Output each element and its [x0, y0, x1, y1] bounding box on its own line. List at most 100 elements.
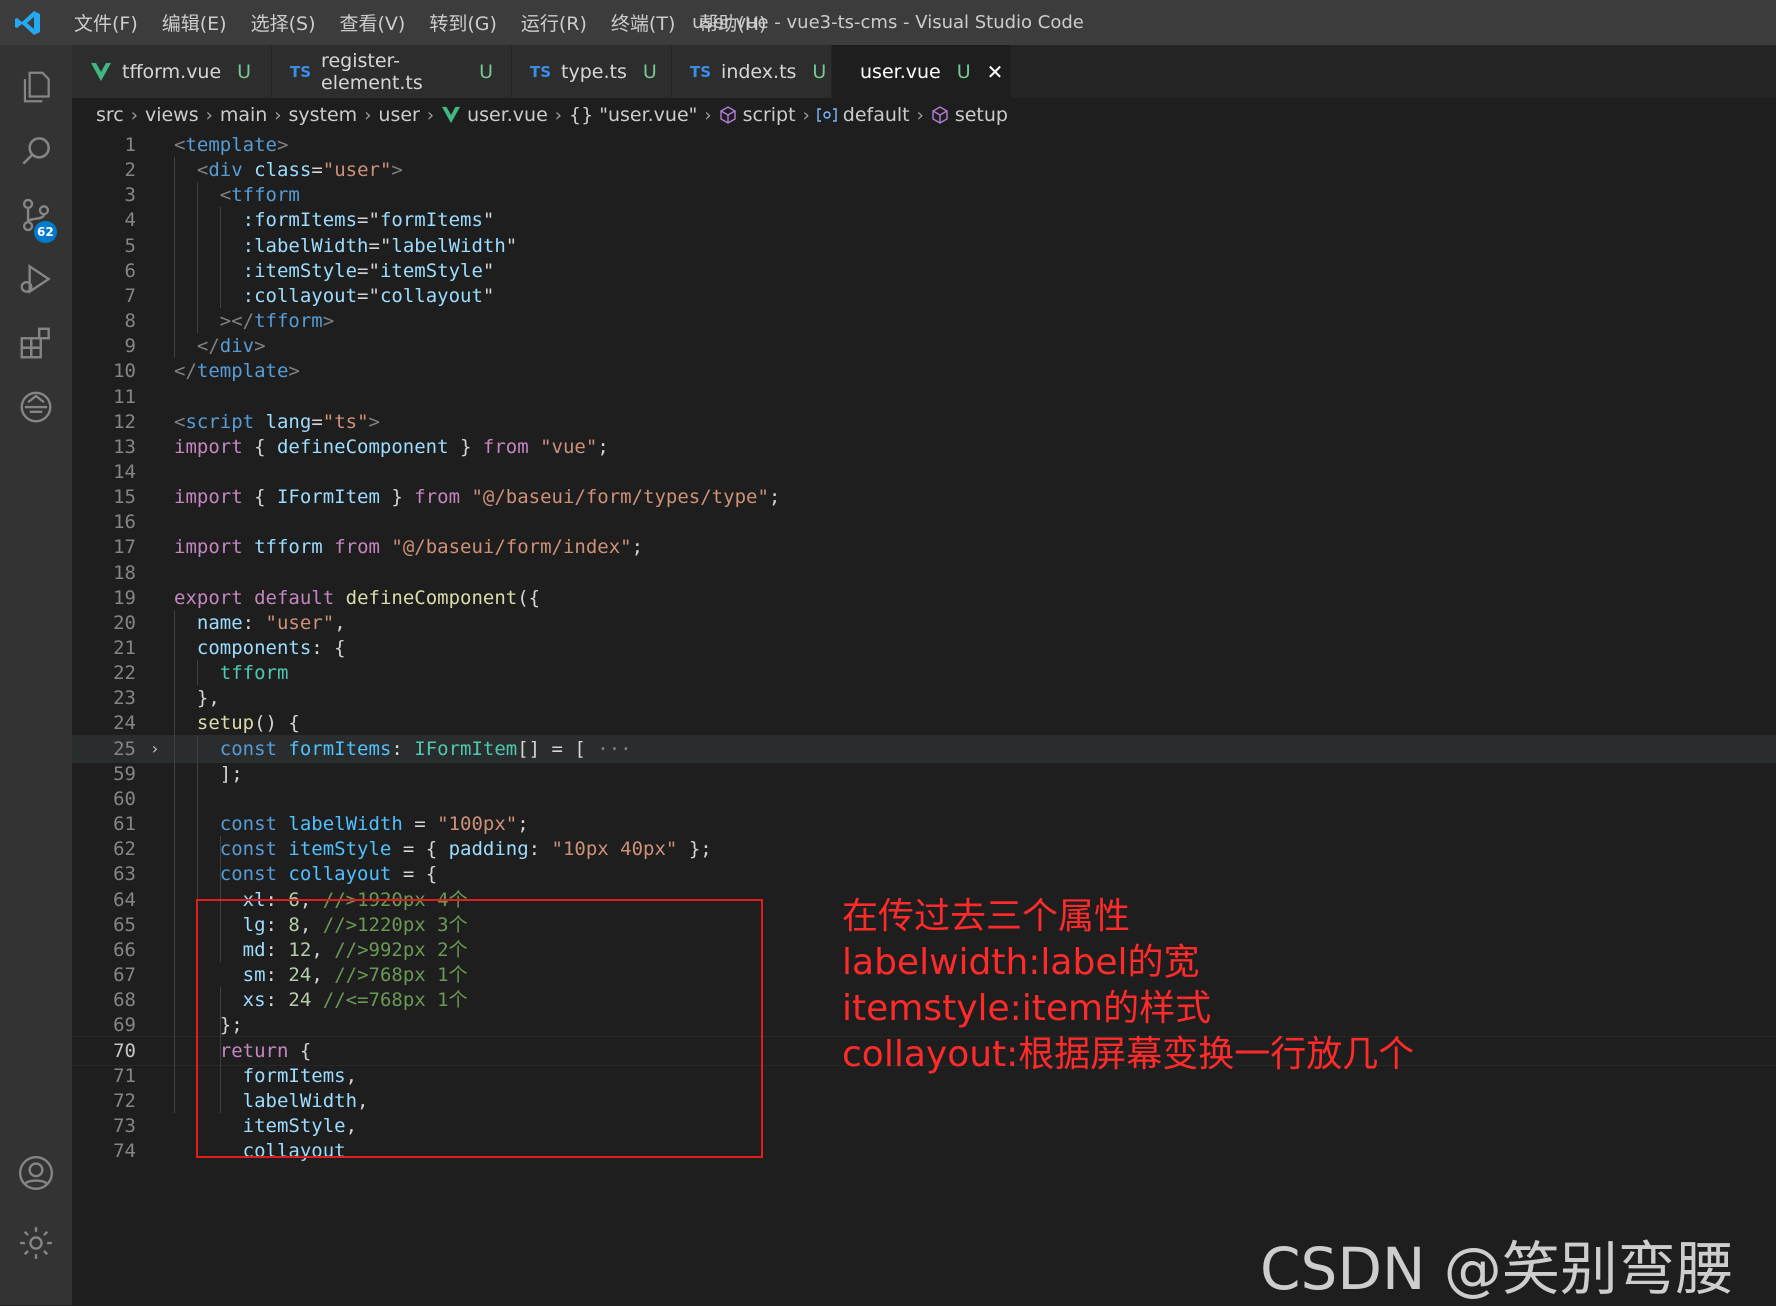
- breadcrumb-item[interactable]: user.vue: [467, 104, 548, 126]
- editor-tab[interactable]: TS index.ts U: [672, 45, 832, 98]
- code-line[interactable]: 18: [72, 559, 1776, 587]
- code-token: <: [174, 410, 186, 433]
- code-token: ;: [517, 813, 529, 836]
- code-line[interactable]: 3 <tfform: [72, 181, 1776, 209]
- breadcrumb-item[interactable]: user: [378, 104, 419, 126]
- settings-gear-icon[interactable]: [0, 1211, 72, 1275]
- code-token: :labelWidth: [242, 234, 369, 257]
- line-number: 21: [113, 637, 136, 659]
- code-token: :itemStyle: [242, 259, 358, 282]
- line-number: 65: [113, 913, 136, 936]
- code-line[interactable]: 4 :formItems="formItems": [72, 206, 1776, 234]
- code-line[interactable]: 63 const collayout = {: [72, 860, 1776, 888]
- explorer-icon[interactable]: [0, 55, 72, 119]
- breadcrumb-item[interactable]: default: [843, 104, 910, 126]
- indent-guide: [174, 157, 175, 359]
- code-token: defineComponent: [345, 586, 518, 609]
- remote-icon[interactable]: [0, 375, 72, 439]
- code-token: class: [254, 159, 312, 182]
- code-line[interactable]: 11: [72, 383, 1776, 411]
- breadcrumb-item[interactable]: views: [145, 104, 199, 126]
- breadcrumb-item[interactable]: system: [289, 104, 358, 126]
- annotation-line: itemstyle:item的样式: [842, 988, 1212, 1029]
- code-line[interactable]: 17 import tfform from "@/baseui/form/inde…: [72, 533, 1776, 561]
- code-line[interactable]: 25 › const formItems: IFormItem[] = [ ···: [72, 734, 1776, 763]
- code-line[interactable]: 8 ></tfform>: [72, 307, 1776, 335]
- menu-item[interactable]: 转到(G): [417, 9, 509, 36]
- run-debug-icon[interactable]: [0, 247, 72, 311]
- code-line[interactable]: 24 setup() {: [72, 709, 1776, 737]
- breadcrumb-item[interactable]: {} "user.vue": [569, 104, 697, 126]
- editor-tab[interactable]: tfform.vue U: [72, 45, 272, 98]
- chevron-right-icon: ›: [130, 104, 138, 126]
- line-number: 9: [124, 335, 136, 358]
- code-text: const formItems: IFormItem[] = [ ···: [174, 735, 632, 763]
- breadcrumb-item[interactable]: main: [220, 104, 267, 126]
- code-text: name: "user",: [174, 609, 346, 637]
- code-token: tfform: [254, 310, 323, 333]
- menu-item[interactable]: 选择(S): [239, 9, 328, 36]
- code-token: import: [174, 536, 243, 559]
- code-line[interactable]: 10 </template>: [72, 357, 1776, 385]
- code-line[interactable]: 1 <template>: [72, 131, 1776, 159]
- code-line[interactable]: 7 :collayout="collayout": [72, 282, 1776, 310]
- editor-tab[interactable]: TS register-element.ts U: [272, 45, 512, 98]
- code-line[interactable]: 12 <script lang="ts">: [72, 408, 1776, 436]
- code-line[interactable]: 60: [72, 785, 1776, 813]
- chevron-right-icon: ›: [916, 104, 924, 126]
- code-line[interactable]: 15 import { IFormItem } from "@/baseui/fo…: [72, 483, 1776, 511]
- editor-tab[interactable]: TS type.ts U: [512, 45, 672, 98]
- code-line[interactable]: 2 <div class="user">: [72, 156, 1776, 184]
- code-token: </: [196, 335, 220, 358]
- fold-chevron-icon[interactable]: ›: [150, 735, 160, 763]
- code-token: ];: [174, 762, 243, 785]
- code-line[interactable]: 9 </div>: [72, 332, 1776, 360]
- tab-label: user.vue: [860, 60, 941, 83]
- source-control-icon[interactable]: 62: [0, 183, 72, 247]
- code-line[interactable]: 62 const itemStyle = { padding: "10px 40…: [72, 835, 1776, 863]
- breadcrumb-item[interactable]: setup: [955, 104, 1008, 126]
- menu-item[interactable]: 查看(V): [328, 9, 418, 36]
- chevron-right-icon: ›: [704, 104, 712, 126]
- line-number: 4: [124, 209, 136, 232]
- code-token: "10px 40px": [551, 838, 678, 861]
- menu-item[interactable]: 运行(R): [509, 9, 599, 36]
- account-icon[interactable]: [0, 1141, 72, 1205]
- extensions-icon[interactable]: [0, 311, 72, 375]
- code-line[interactable]: 22 tfform: [72, 659, 1776, 687]
- code-line[interactable]: 14: [72, 458, 1776, 486]
- code-token: =: [311, 410, 323, 433]
- breadcrumb-item[interactable]: script: [743, 104, 796, 126]
- breadcrumb-item[interactable]: src: [96, 104, 124, 126]
- search-icon[interactable]: [0, 119, 72, 183]
- code-line[interactable]: 16: [72, 508, 1776, 536]
- code-line[interactable]: 21 components: {: [72, 634, 1776, 662]
- line-number: 67: [113, 963, 136, 986]
- line-number: 23: [113, 687, 136, 710]
- code-line[interactable]: 61 const labelWidth = "100px";: [72, 810, 1776, 838]
- code-line[interactable]: 13 import { defineComponent } from "vue";: [72, 433, 1776, 461]
- menu-item[interactable]: 终端(T): [599, 9, 687, 36]
- annotation-line: collayout:根据屏幕变换一行放几个: [842, 1034, 1415, 1075]
- code-line[interactable]: 6 :itemStyle="itemStyle": [72, 257, 1776, 285]
- code-token: itemStyle: [379, 259, 483, 282]
- menu-item[interactable]: 帮助(H): [687, 9, 778, 36]
- code-token: = {: [391, 863, 438, 886]
- code-token: itemStyle: [288, 838, 392, 861]
- code-token: components: [196, 637, 312, 659]
- close-icon[interactable]: ✕: [987, 60, 1004, 84]
- code-text: const labelWidth = "100px";: [174, 810, 529, 838]
- code-line[interactable]: 59 ];: [72, 760, 1776, 788]
- code-line[interactable]: 5 :labelWidth="labelWidth": [72, 232, 1776, 260]
- code-line[interactable]: 19 export default defineComponent({: [72, 584, 1776, 612]
- menu-item[interactable]: 文件(F): [62, 9, 150, 36]
- editor-tab[interactable]: user.vue U ✕: [832, 45, 1012, 98]
- code-token: const: [219, 838, 277, 861]
- code-line[interactable]: 23 },: [72, 684, 1776, 712]
- menu-item[interactable]: 编辑(E): [150, 9, 239, 36]
- code-token: script: [185, 410, 255, 433]
- code-token: ;: [768, 486, 781, 509]
- code-line[interactable]: 20 name: "user",: [72, 609, 1776, 637]
